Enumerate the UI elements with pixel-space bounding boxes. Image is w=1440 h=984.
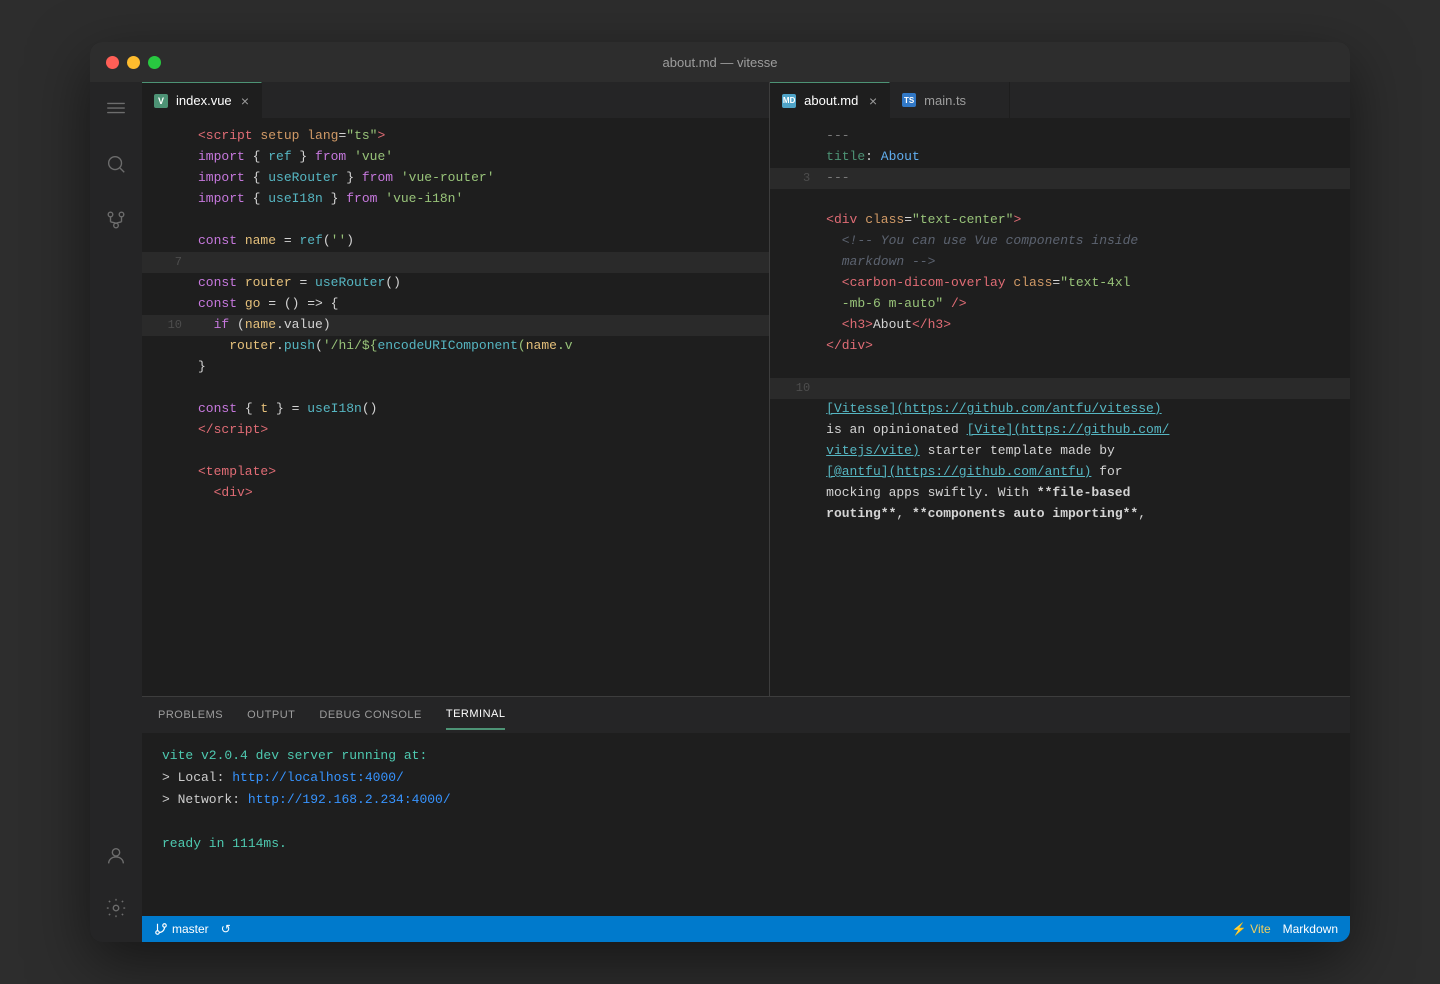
- tab-main-ts[interactable]: TS main.ts: [890, 82, 1010, 118]
- ts-file-icon: TS: [902, 93, 916, 107]
- activity-bar: [90, 82, 142, 942]
- vite-status-item[interactable]: ⚡ Vite: [1232, 922, 1271, 936]
- code-line: [770, 357, 1350, 378]
- editors-container: V index.vue × <script setup lang="ts">: [142, 82, 1350, 696]
- tab-close-about[interactable]: ×: [869, 94, 877, 108]
- tab-output[interactable]: OUTPUT: [247, 701, 295, 729]
- editor-area: V index.vue × <script setup lang="ts">: [142, 82, 1350, 942]
- traffic-lights: [106, 56, 161, 69]
- terminal-line-4: [162, 811, 1330, 833]
- right-editor-pane: MD about.md × TS main.ts ---: [770, 82, 1350, 696]
- tab-problems[interactable]: PROBLEMS: [158, 701, 223, 729]
- minimize-button[interactable]: [127, 56, 140, 69]
- code-line: -mb-6 m-auto" />: [770, 294, 1350, 315]
- code-line: [@antfu](https://github.com/antfu) for: [770, 462, 1350, 483]
- code-line: import { useI18n } from 'vue-i18n': [142, 189, 769, 210]
- code-line: router.push('/hi/${encodeURIComponent(na…: [142, 336, 769, 357]
- sync-icon: ↺: [221, 922, 231, 936]
- left-tab-bar: V index.vue ×: [142, 82, 769, 118]
- search-icon[interactable]: [98, 146, 134, 182]
- terminal-line-1: vite v2.0.4 dev server running at:: [162, 745, 1330, 767]
- tab-index-vue[interactable]: V index.vue ×: [142, 82, 262, 118]
- vue-file-icon: V: [154, 94, 168, 108]
- terminal-content[interactable]: vite v2.0.4 dev server running at: > Loc…: [142, 733, 1350, 916]
- code-line: [Vitesse](https://github.com/antfu/vites…: [770, 399, 1350, 420]
- status-right: ⚡ Vite Markdown: [1232, 922, 1338, 936]
- code-line: [770, 189, 1350, 210]
- code-line: mocking apps swiftly. With **file-based: [770, 483, 1350, 504]
- account-icon[interactable]: [98, 838, 134, 874]
- sync-button[interactable]: ↺: [221, 922, 231, 936]
- right-code-content[interactable]: --- title: About 3 ---: [770, 118, 1350, 696]
- close-button[interactable]: [106, 56, 119, 69]
- code-line: title: About: [770, 147, 1350, 168]
- terminal-line-2: > Local: http://localhost:4000/: [162, 767, 1330, 789]
- source-control-icon[interactable]: [98, 202, 134, 238]
- code-line: [142, 441, 769, 462]
- language-status-item[interactable]: Markdown: [1283, 922, 1338, 936]
- code-line: </div>: [770, 336, 1350, 357]
- branch-name: master: [172, 922, 209, 936]
- code-line: <script setup lang="ts">: [142, 126, 769, 147]
- terminal-line-3: > Network: http://192.168.2.234:4000/: [162, 789, 1330, 811]
- code-line: vitejs/vite) starter template made by: [770, 441, 1350, 462]
- code-line: </script>: [142, 420, 769, 441]
- git-branch-item[interactable]: master: [154, 922, 209, 936]
- code-line: <h3>About</h3>: [770, 315, 1350, 336]
- code-line: const router = useRouter(): [142, 273, 769, 294]
- settings-icon[interactable]: [98, 890, 134, 926]
- left-code-content[interactable]: <script setup lang="ts"> import { ref } …: [142, 118, 769, 696]
- tab-filename-index: index.vue: [176, 93, 232, 108]
- code-line: import { useRouter } from 'vue-router': [142, 168, 769, 189]
- tab-terminal[interactable]: TERMINAL: [446, 700, 506, 730]
- git-branch-icon: [154, 922, 168, 936]
- code-line: markdown -->: [770, 252, 1350, 273]
- code-line: <carbon-dicom-overlay class="text-4xl: [770, 273, 1350, 294]
- language-label: Markdown: [1283, 922, 1338, 936]
- bottom-panel: PROBLEMS OUTPUT DEBUG CONSOLE TERMINAL v…: [142, 696, 1350, 916]
- tab-filename-about: about.md: [804, 93, 858, 108]
- code-line: [142, 378, 769, 399]
- terminal-line-5: ready in 1114ms.: [162, 833, 1330, 855]
- code-line: ---: [770, 126, 1350, 147]
- md-file-icon: MD: [782, 94, 796, 108]
- status-left: master ↺: [154, 922, 231, 936]
- panel-tabs: PROBLEMS OUTPUT DEBUG CONSOLE TERMINAL: [142, 697, 1350, 733]
- vite-label: ⚡ Vite: [1232, 922, 1271, 936]
- right-tab-bar: MD about.md × TS main.ts: [770, 82, 1350, 118]
- tab-close-index[interactable]: ×: [241, 94, 249, 108]
- code-line: 7: [142, 252, 769, 273]
- tab-filename-main: main.ts: [924, 93, 966, 108]
- window-title: about.md — vitesse: [663, 55, 778, 70]
- code-line: const go = () => {: [142, 294, 769, 315]
- code-line: routing**, **components auto importing**…: [770, 504, 1350, 525]
- title-bar: about.md — vitesse: [90, 42, 1350, 82]
- maximize-button[interactable]: [148, 56, 161, 69]
- tab-about-md[interactable]: MD about.md ×: [770, 82, 890, 118]
- tab-debug-console[interactable]: DEBUG CONSOLE: [319, 701, 421, 729]
- main-layout: V index.vue × <script setup lang="ts">: [90, 82, 1350, 942]
- code-line: <!-- You can use Vue components inside: [770, 231, 1350, 252]
- code-line: 3 ---: [770, 168, 1350, 189]
- code-line: <div class="text-center">: [770, 210, 1350, 231]
- left-editor-pane: V index.vue × <script setup lang="ts">: [142, 82, 770, 696]
- app-window: about.md — vitesse: [90, 42, 1350, 942]
- explorer-icon[interactable]: [98, 90, 134, 126]
- code-line: is an opinionated [Vite](https://github.…: [770, 420, 1350, 441]
- code-line: 10: [770, 378, 1350, 399]
- status-bar: master ↺ ⚡ Vite Markdown: [142, 916, 1350, 942]
- code-line: import { ref } from 'vue': [142, 147, 769, 168]
- code-line: const name = ref(''): [142, 231, 769, 252]
- code-line: const { t } = useI18n(): [142, 399, 769, 420]
- code-line: [142, 210, 769, 231]
- code-line: <template>: [142, 462, 769, 483]
- code-line: 10 if (name.value): [142, 315, 769, 336]
- code-line: <div>: [142, 483, 769, 504]
- code-line: }: [142, 357, 769, 378]
